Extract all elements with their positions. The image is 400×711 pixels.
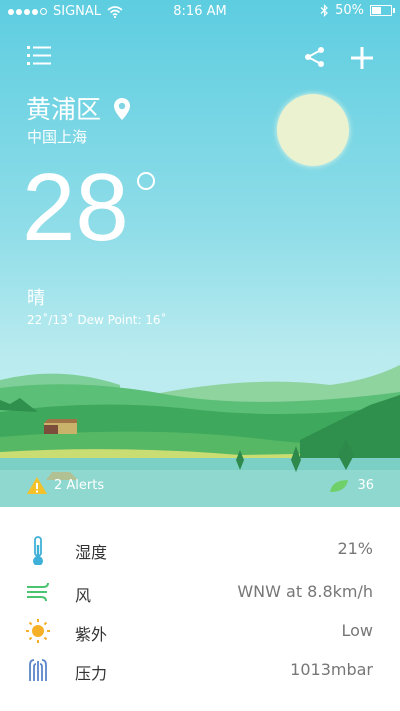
detail-row-wind: 风 WNW at 8.8km/h bbox=[0, 572, 400, 610]
air-quality[interactable]: 36 bbox=[329, 478, 374, 493]
warning-icon bbox=[27, 477, 47, 494]
detail-label: 风 bbox=[75, 586, 92, 605]
add-location-button[interactable] bbox=[350, 46, 374, 74]
battery-fill bbox=[372, 7, 381, 14]
detail-row-uv: 紫外 Low bbox=[0, 611, 400, 649]
detail-row-pressure: 压力 1013mbar bbox=[0, 650, 400, 688]
share-button[interactable] bbox=[304, 46, 326, 72]
alerts-count: 2 Alerts bbox=[54, 478, 105, 493]
wind-icon bbox=[27, 582, 49, 602]
list-menu-icon bbox=[27, 46, 51, 65]
menu-button[interactable] bbox=[27, 45, 53, 71]
detail-label: 紫外 bbox=[75, 625, 108, 644]
leaf-icon bbox=[330, 479, 349, 492]
weather-hero: SIGNAL 8:16 AM 50% 黄浦区 中国上海 28 晴 22˚/13˚… bbox=[0, 0, 400, 507]
battery-percent: 50% bbox=[335, 3, 364, 18]
detail-label: 压力 bbox=[75, 664, 108, 683]
district-name: 黄浦区 bbox=[26, 95, 102, 124]
bluetooth-icon bbox=[320, 4, 328, 17]
thermometer-icon bbox=[33, 536, 43, 565]
detail-value: 1013mbar bbox=[290, 660, 373, 679]
status-bar: SIGNAL 8:16 AM 50% bbox=[0, 0, 400, 22]
aqi-value: 36 bbox=[357, 478, 374, 493]
battery-icon bbox=[370, 5, 395, 16]
location-pin-icon bbox=[113, 98, 130, 120]
sun-icon bbox=[26, 619, 50, 643]
temperature-range: 22˚/13˚ Dew Point: 16˚ bbox=[27, 313, 167, 327]
detail-value: Low bbox=[341, 621, 373, 640]
share-icon bbox=[305, 47, 324, 67]
detail-value: WNW at 8.8km/h bbox=[237, 582, 373, 601]
alerts-link[interactable]: 2 Alerts bbox=[26, 476, 104, 495]
region-name: 中国上海 bbox=[27, 128, 88, 146]
detail-value: 21% bbox=[337, 539, 373, 558]
detail-row-humidity: 湿度 21% bbox=[0, 529, 400, 567]
pressure-icon bbox=[29, 659, 47, 681]
weather-app: SIGNAL 8:16 AM 50% 黄浦区 中国上海 28 晴 22˚/13˚… bbox=[0, 0, 400, 711]
current-temperature: 28 bbox=[22, 154, 129, 261]
location-name[interactable]: 黄浦区 bbox=[26, 90, 131, 126]
plus-icon bbox=[351, 47, 373, 69]
status-right: 50% bbox=[320, 3, 395, 18]
detail-label: 湿度 bbox=[75, 543, 108, 562]
weather-condition: 晴 bbox=[27, 288, 45, 309]
sun-illustration bbox=[277, 94, 349, 166]
degree-symbol bbox=[137, 172, 155, 190]
